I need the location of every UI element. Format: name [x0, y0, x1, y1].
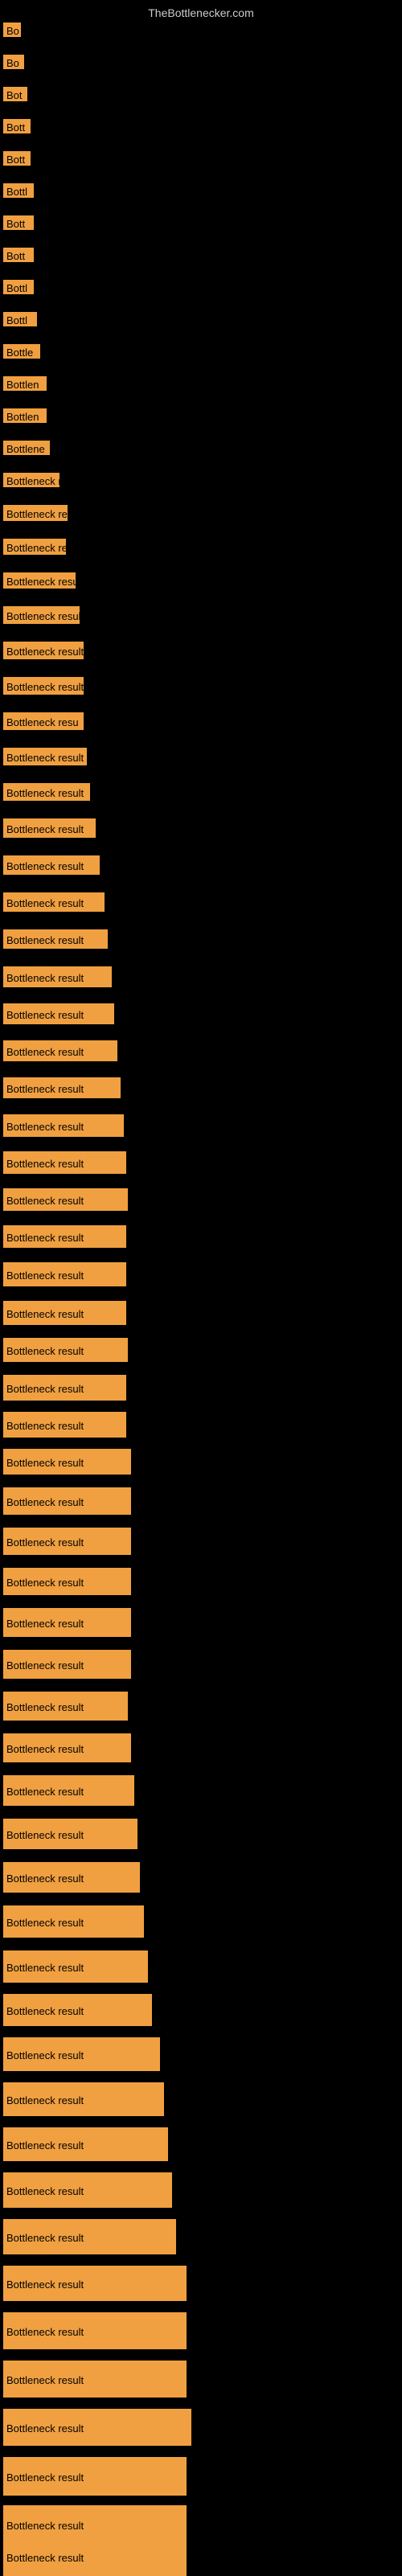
bottleneck-result-item: Bottleneck result	[3, 1950, 148, 1983]
bottleneck-result-item: Bottleneck result	[3, 1692, 128, 1721]
bottleneck-result-item: Bottleneck result	[3, 2127, 168, 2161]
bottleneck-result-item: Bottleneck result	[3, 2361, 187, 2398]
bottleneck-result-item: Bottleneck result	[3, 2082, 164, 2116]
bottleneck-result-item: Bottl	[3, 280, 34, 294]
bottleneck-result-item: Bottleneck result	[3, 1412, 126, 1438]
bottleneck-result-item: Bottleneck result	[3, 892, 105, 912]
bottleneck-result-item: Bottleneck result	[3, 1188, 128, 1211]
bottleneck-result-item: Bottleneck result	[3, 1003, 114, 1024]
bottleneck-result-item: Bottleneck re	[3, 539, 66, 555]
bottleneck-result-item: Bottleneck result	[3, 1819, 137, 1849]
bottleneck-result-item: Bottleneck result	[3, 929, 108, 949]
bottleneck-result-item: Bottleneck result	[3, 642, 84, 659]
bottleneck-result-item: Bot	[3, 87, 27, 101]
bottleneck-result-item: Bottleneck resu	[3, 505, 68, 521]
bottleneck-result-item: Bottlene	[3, 441, 50, 455]
bottleneck-result-item: Bott	[3, 151, 31, 166]
bottleneck-result-item: Bottleneck result	[3, 1862, 140, 1893]
bottleneck-result-item: Bottleneck result	[3, 748, 87, 765]
bottleneck-result-item: Bottlen	[3, 376, 47, 391]
bottleneck-result-item: Bottle	[3, 344, 40, 359]
bottleneck-result-item: Bottleneck result	[3, 1151, 126, 1174]
bottleneck-result-item: Bottleneck result	[3, 1994, 152, 2026]
bottleneck-result-item: Bottleneck result	[3, 855, 100, 875]
bottleneck-result-item: Bottlen	[3, 408, 47, 423]
bottleneck-result-item: Bottleneck result	[3, 2312, 187, 2349]
bottleneck-result-item: Bottleneck result	[3, 1905, 144, 1938]
bottleneck-result-item: Bottleneck result	[3, 1449, 131, 1475]
bottleneck-result-item: Bottleneck result	[3, 1487, 131, 1515]
bottleneck-result-item: Bottleneck result	[3, 2409, 191, 2446]
bottleneck-result-item: Bottleneck result	[3, 2172, 172, 2208]
site-title: TheBottlenecker.com	[148, 6, 254, 19]
bottleneck-result-item: Bottleneck result	[3, 606, 80, 624]
bottleneck-result-item: Bottleneck result	[3, 2266, 187, 2301]
bottleneck-result-item: Bo	[3, 55, 24, 69]
bottleneck-result-item: Bottleneck result	[3, 677, 84, 695]
bottleneck-result-item: Bottleneck result	[3, 1225, 126, 1248]
bottleneck-result-item: Bottleneck result	[3, 2537, 187, 2576]
bottleneck-result-item: Bottleneck result	[3, 1608, 131, 1637]
bottleneck-result-item: Bottleneck result	[3, 1528, 131, 1555]
bottleneck-result-item: Bottleneck result	[3, 2457, 187, 2496]
bottleneck-result-item: Bott	[3, 215, 34, 230]
bottleneck-result-item: Bottleneck result	[3, 1262, 126, 1286]
bottleneck-result-item: Bottleneck result	[3, 818, 96, 838]
bottleneck-result-item: Bottleneck result	[3, 1650, 131, 1679]
bottleneck-result-item: Bottleneck r	[3, 473, 59, 487]
bottleneck-result-item: Bottleneck result	[3, 1775, 134, 1806]
bottleneck-result-item: Bottleneck result	[3, 2037, 160, 2071]
bottleneck-result-item: Bottleneck result	[3, 1338, 128, 1362]
bottleneck-result-item: Bottl	[3, 183, 34, 198]
bottleneck-result-item: Bottl	[3, 312, 37, 326]
bottleneck-result-item: Bottleneck result	[3, 1114, 124, 1137]
bottleneck-result-item: Bottleneck result	[3, 1077, 121, 1098]
bottleneck-result-item: Bottleneck result	[3, 783, 90, 801]
bottleneck-result-item: Bottleneck result	[3, 1568, 131, 1595]
bottleneck-result-item: Bottleneck resu	[3, 712, 84, 730]
bottleneck-result-item: Bo	[3, 23, 21, 37]
bottleneck-result-item: Bottleneck result	[3, 2219, 176, 2254]
bottleneck-result-item: Bottleneck result	[3, 1040, 117, 1061]
bottleneck-result-item: Bottleneck result	[3, 1733, 131, 1762]
bottleneck-result-item: Bott	[3, 119, 31, 133]
bottleneck-result-item: Bottleneck result	[3, 572, 76, 589]
bottleneck-result-item: Bottleneck result	[3, 1375, 126, 1401]
bottleneck-result-item: Bott	[3, 248, 34, 262]
bottleneck-result-item: Bottleneck result	[3, 1301, 126, 1325]
bottleneck-result-item: Bottleneck result	[3, 966, 112, 987]
